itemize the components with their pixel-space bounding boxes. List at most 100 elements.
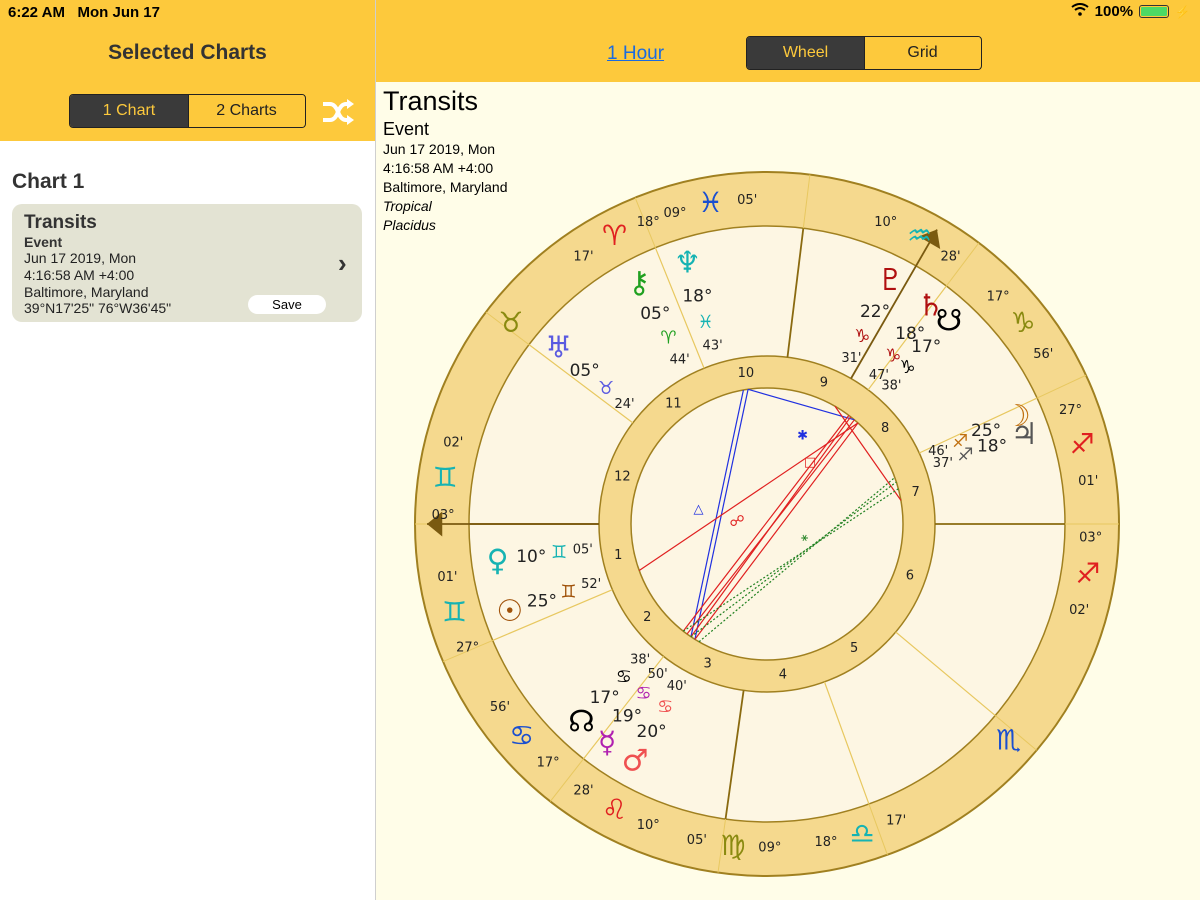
planet-glyph-icon: ♂ xyxy=(622,743,649,778)
cusp-minute: 02' xyxy=(443,435,463,450)
cusp-degree: 03° xyxy=(1079,531,1102,546)
planet-glyph-icon: ⚷ xyxy=(628,265,650,300)
zodiac-sign-icon: ♎ xyxy=(849,817,874,850)
cusp-minute: 01' xyxy=(1078,474,1098,489)
planet-degree: 25° xyxy=(527,591,557,611)
cusp-minute: 18° xyxy=(637,215,660,230)
house-number: 7 xyxy=(912,485,920,500)
house-number: 3 xyxy=(703,656,711,671)
house-number: 1 xyxy=(614,548,622,563)
planet-degree: 05° xyxy=(640,304,670,324)
planet-degree: 17° xyxy=(590,688,620,708)
planet-glyph-icon: ♃ xyxy=(1011,417,1038,452)
house-number: 10 xyxy=(738,366,755,381)
cusp-minute: 05' xyxy=(687,833,707,848)
cusp-degree: 27° xyxy=(456,640,479,655)
chevron-right-icon[interactable]: › xyxy=(338,248,347,279)
card-date: Jun 17 2019, Mon xyxy=(24,250,137,266)
cusp-minute: 01' xyxy=(437,570,457,585)
chart-wheel[interactable]: 123456789101112♓09°05'♒10°28'♑17°56'♐27°… xyxy=(397,154,1137,894)
card-title: Transits xyxy=(24,212,97,233)
zodiac-sign-icon: ♏ xyxy=(996,723,1021,756)
segment-1-chart[interactable]: 1 Chart xyxy=(70,95,188,127)
cusp-minute: 28' xyxy=(940,249,960,264)
house-number: 8 xyxy=(881,421,889,436)
hour-step-link[interactable]: 1 Hour xyxy=(607,43,664,65)
planet-minute: 50' xyxy=(648,667,668,682)
status-time-date: 6:22 AM Mon Jun 17 xyxy=(8,4,160,21)
save-button[interactable]: Save xyxy=(248,295,326,314)
planet-sign-icon: ♋ xyxy=(657,697,673,718)
planet-minute: 37' xyxy=(933,456,953,471)
cusp-minute: 56' xyxy=(490,700,510,715)
cusp-degree: 10° xyxy=(874,215,897,230)
cusp-minute: 05' xyxy=(737,193,757,208)
shuffle-icon[interactable] xyxy=(321,98,355,131)
planet-minute: 24' xyxy=(614,397,634,412)
left-panel: Selected Charts 1 Chart 2 Charts Chart 1… xyxy=(0,0,376,900)
planet-sign-icon: ♊ xyxy=(560,581,576,602)
card-time: 4:16:58 AM +4:00 xyxy=(24,267,135,283)
zodiac-sign-icon: ♑ xyxy=(1011,306,1036,339)
planet-degree: 18° xyxy=(682,286,712,306)
status-time: 6:22 AM xyxy=(8,4,65,21)
cusp-minute: 56' xyxy=(1033,347,1053,362)
house-number: 11 xyxy=(665,397,682,412)
house-number: 4 xyxy=(779,668,787,683)
zodiac-sign-icon: ♊ xyxy=(433,461,458,494)
planet-degree: 05° xyxy=(570,361,600,381)
zodiac-sign-icon: ♌ xyxy=(602,793,627,826)
planet-sign-icon: ♓ xyxy=(698,312,714,333)
panel-title: Selected Charts xyxy=(108,41,267,64)
house-number: 2 xyxy=(643,610,651,625)
view-segmented-control: Wheel Grid xyxy=(746,36,982,70)
zodiac-sign-icon: ♐ xyxy=(1075,557,1100,590)
cusp-minute: 18° xyxy=(815,835,838,850)
planet-degree: 17° xyxy=(911,337,941,357)
cusp-degree: 03° xyxy=(432,508,455,523)
planet-degree: 18° xyxy=(977,437,1007,457)
planet-minute: 05' xyxy=(573,542,593,557)
planet-minute: 38' xyxy=(630,653,650,668)
aspect-circle xyxy=(630,387,904,661)
planet-glyph-icon: ☊ xyxy=(568,704,595,739)
planet-sign-icon: ♋ xyxy=(635,683,651,704)
zodiac-sign-icon: ♈ xyxy=(602,219,627,252)
planet-glyph-icon: ♆ xyxy=(674,245,701,280)
zodiac-sign-icon: ♊ xyxy=(442,596,467,629)
planet-sign-icon: ♋ xyxy=(616,667,632,688)
card-place: Baltimore, Maryland xyxy=(24,284,149,300)
chart-card[interactable]: Transits Event Jun 17 2019, Mon 4:16:58 … xyxy=(12,204,362,322)
planet-minute: 43' xyxy=(703,339,723,354)
planet-degree: 20° xyxy=(637,722,667,742)
opposition-icon: ☍ xyxy=(730,512,745,530)
planet-minute: 40' xyxy=(667,679,687,694)
planet-glyph-icon: ♇ xyxy=(877,263,904,298)
status-date: Mon Jun 17 xyxy=(77,4,160,21)
planet-sign-icon: ♉ xyxy=(598,378,614,399)
chart-1-heading: Chart 1 xyxy=(12,170,85,193)
planet-sign-icon: ♑ xyxy=(899,357,915,378)
planet-minute: 38' xyxy=(881,378,901,393)
cusp-degree: 17° xyxy=(537,755,560,770)
planet-glyph-icon: ♅ xyxy=(545,331,572,366)
planet-sign-icon: ♑ xyxy=(854,326,870,347)
charging-icon: ⚡ xyxy=(1175,4,1190,19)
card-type: Event xyxy=(24,234,63,250)
house-number: 9 xyxy=(820,376,828,391)
chart-type: Event xyxy=(383,119,430,139)
segment-2-charts[interactable]: 2 Charts xyxy=(188,95,304,127)
cusp-degree: 27° xyxy=(1059,403,1082,418)
sextile-icon: ✱ xyxy=(797,428,808,443)
zodiac-sign-icon: ♉ xyxy=(498,306,523,339)
battery-percent: 100% xyxy=(1094,3,1134,20)
cusp-degree: 17° xyxy=(987,289,1010,304)
zodiac-sign-icon: ♐ xyxy=(1070,427,1095,460)
planet-degree: 22° xyxy=(860,302,890,322)
planet-sign-icon: ♊ xyxy=(551,542,567,563)
trine-icon: △ xyxy=(694,502,704,517)
tab-grid[interactable]: Grid xyxy=(864,37,980,69)
tab-wheel[interactable]: Wheel xyxy=(747,37,864,69)
square-icon: □ xyxy=(804,455,816,470)
cusp-degree: 10° xyxy=(637,818,660,833)
